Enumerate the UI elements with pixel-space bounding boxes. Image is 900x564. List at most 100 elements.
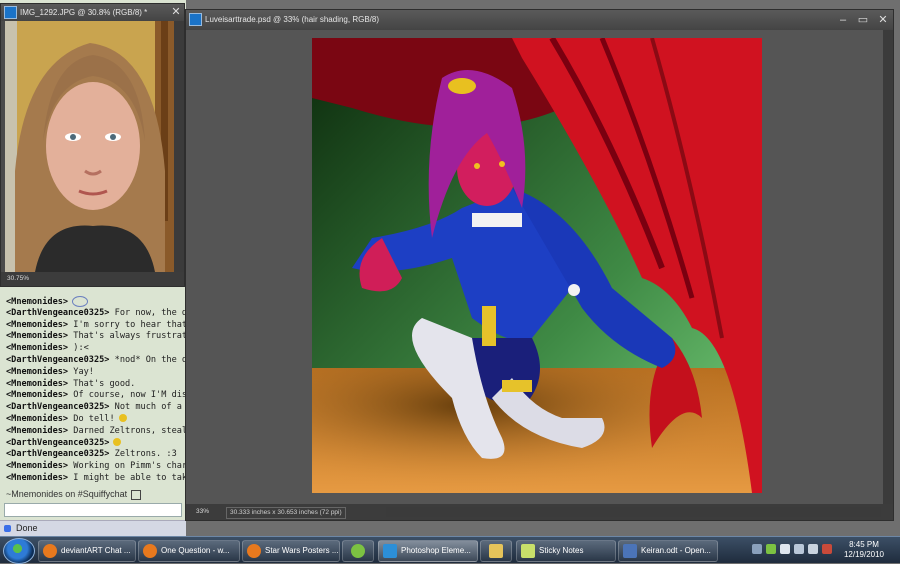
taskbar: deviantART Chat ... One Question - w... …	[0, 536, 900, 564]
taskbar-item-star-wars-posters[interactable]: Star Wars Posters ...	[242, 540, 340, 562]
chat-line: <DarthVengeance0325> Zeltrons. :3	[0, 449, 186, 461]
chat-nick: <DarthVengeance0325>	[6, 307, 110, 318]
photo-window-title: IMG_1292.JPG @ 30.8% (RGB/8) *	[20, 8, 148, 17]
taskbar-item-photoshop-elements[interactable]: Photoshop Eleme...	[378, 540, 478, 562]
chat-message: Darned Zeltrons, stealing m	[73, 425, 186, 436]
art-window-title: Luveisarttrade.psd @ 33% (hair shading, …	[205, 15, 379, 24]
folder-icon	[489, 543, 503, 558]
chat-line: <Mnemonides>	[0, 296, 186, 308]
chat-message: I might be able to take a s	[73, 472, 186, 483]
chat-line: <Mnemonides> That's good.	[0, 379, 186, 391]
chat-nick: <Mnemonides>	[6, 390, 69, 401]
art-horizontal-scrollbar[interactable]	[386, 507, 881, 517]
task-label: Star Wars Posters ...	[265, 546, 339, 555]
chat-status-bar: ~Mnemonides on #Squiffychat	[6, 489, 142, 500]
close-icon[interactable]: ✕	[877, 14, 889, 26]
chat-line: <Mnemonides> I'm sorry to hear that you	[0, 320, 186, 332]
photo-zoom-level: 30.75%	[7, 275, 30, 282]
chat-line: <Mnemonides> Yay!	[0, 367, 186, 379]
minimize-icon[interactable]: –	[837, 14, 849, 26]
chat-line: <DarthVengeance0325>	[0, 438, 186, 450]
flag-icon[interactable]	[780, 544, 790, 554]
chat-nick: <DarthVengeance0325>	[6, 354, 110, 365]
network-icon[interactable]	[794, 544, 804, 554]
art-status-bar: 33% 30.333 inches x 30.653 inches (72 pp…	[186, 504, 893, 520]
chat-line: <Mnemonides> Darned Zeltrons, stealing m	[0, 426, 186, 438]
firefox-icon	[43, 543, 57, 558]
task-label: Photoshop Eleme...	[401, 546, 471, 555]
taskbar-item-deviantart-chat[interactable]: deviantART Chat ...	[38, 540, 136, 562]
chat-message: That's good.	[68, 378, 136, 389]
task-label: deviantART Chat ...	[61, 546, 131, 555]
taskbar-item-sticky-notes[interactable]: Sticky Notes	[516, 540, 616, 562]
chat-nick: <Mnemonides>	[6, 297, 69, 307]
task-label: One Question - w...	[161, 546, 230, 555]
chat-nick: <Mnemonides>	[6, 319, 69, 330]
chat-nick: <Mnemonides>	[6, 378, 69, 389]
chat-line: <DarthVengeance0325> *nod* On the oth	[0, 355, 186, 367]
chevron-up-icon[interactable]	[752, 544, 762, 554]
chat-line: <Mnemonides> Working on Pimm's charact	[0, 461, 186, 473]
chat-message: *nod* On the oth	[114, 354, 186, 365]
chat-nick: <DarthVengeance0325>	[6, 437, 110, 448]
grin-icon	[113, 438, 122, 447]
taskbar-item-one-question[interactable]: One Question - w...	[138, 540, 240, 562]
firefox-icon	[143, 543, 157, 558]
chat-nick: <Mnemonides>	[6, 461, 69, 472]
maximize-icon[interactable]: ▭	[857, 14, 869, 26]
sticky-notes-icon	[521, 543, 535, 558]
chat-nick: <Mnemonides>	[6, 425, 69, 436]
photo-vertical-scrollbar[interactable]	[174, 21, 184, 272]
chat-nick: <DarthVengeance0325>	[6, 402, 110, 413]
start-button[interactable]	[3, 538, 35, 564]
taskbar-item-android[interactable]	[342, 540, 374, 562]
photo-document-window[interactable]: IMG_1292.JPG @ 30.8% (RGB/8) * ✕ 30.75%	[0, 3, 185, 287]
chat-message: I'm sorry to hear that you	[73, 319, 186, 330]
checkbox-icon[interactable]	[131, 489, 142, 500]
chat-message: Do tell!	[68, 413, 115, 424]
art-vertical-scrollbar[interactable]	[883, 30, 893, 504]
photoshop-elements-icon	[383, 543, 397, 558]
taskbar-item-openoffice[interactable]: Keiran.odt - Open...	[618, 540, 718, 562]
chat-line: <Mnemonides> Do tell!	[0, 414, 186, 426]
chat-message: Yay!	[68, 366, 94, 377]
tray-app-icon[interactable]	[822, 544, 832, 554]
browser-status-bar: Done	[0, 520, 186, 537]
emoticon-icon	[72, 296, 89, 307]
chat-message: That's always frustrating.	[73, 331, 186, 342]
chat-log: <Mnemonides> <DarthVengeance0325> For no…	[0, 296, 186, 484]
chat-line: <DarthVengeance0325> For now, the deta	[0, 308, 186, 320]
character-artwork	[312, 38, 762, 493]
chat-nick: <Mnemonides>	[6, 366, 69, 377]
close-icon[interactable]: ✕	[170, 6, 182, 18]
photo-window-titlebar[interactable]: IMG_1292.JPG @ 30.8% (RGB/8) *	[1, 4, 184, 21]
chat-message: Zeltrons. :3	[109, 449, 177, 460]
task-label: Keiran.odt - Open...	[641, 546, 711, 555]
volume-icon[interactable]	[808, 544, 818, 554]
art-canvas	[312, 38, 762, 493]
chat-line: <Mnemonides> Of course, now I'M distract	[0, 390, 186, 402]
chat-message: Working on Pimm's charact	[73, 461, 186, 472]
smiley-icon	[118, 414, 127, 423]
chat-line: <Mnemonides> That's always frustrating.	[0, 331, 186, 343]
art-zoom-level: 33%	[196, 508, 210, 515]
chat-nick: <Mnemonides>	[6, 472, 69, 483]
page-done-icon	[4, 525, 11, 532]
art-window-titlebar[interactable]: Luveisarttrade.psd @ 33% (hair shading, …	[186, 10, 893, 30]
firefox-icon	[247, 543, 261, 558]
chat-line: <DarthVengeance0325> Not much of a plu	[0, 402, 186, 414]
chat-nick: <Mnemonides>	[6, 343, 69, 354]
system-clock[interactable]: 8:45 PM 12/19/2010	[838, 540, 890, 560]
photoshop-doc-icon	[4, 6, 17, 20]
status-done-label: Done	[16, 523, 38, 533]
chat-message: Of course, now I'M distract	[73, 390, 186, 401]
android-tray-icon[interactable]	[766, 544, 776, 554]
taskbar-item-explorer[interactable]	[480, 540, 512, 562]
chat-input[interactable]	[4, 503, 182, 517]
openoffice-icon	[623, 543, 637, 558]
chat-nick: <Mnemonides>	[6, 331, 69, 342]
art-document-window[interactable]: Luveisarttrade.psd @ 33% (hair shading, …	[185, 9, 894, 521]
chat-status-text: ~Mnemonides on #Squiffychat	[6, 489, 128, 499]
chat-line: <Mnemonides> I might be able to take a s	[0, 473, 186, 484]
task-label: Sticky Notes	[539, 546, 584, 555]
